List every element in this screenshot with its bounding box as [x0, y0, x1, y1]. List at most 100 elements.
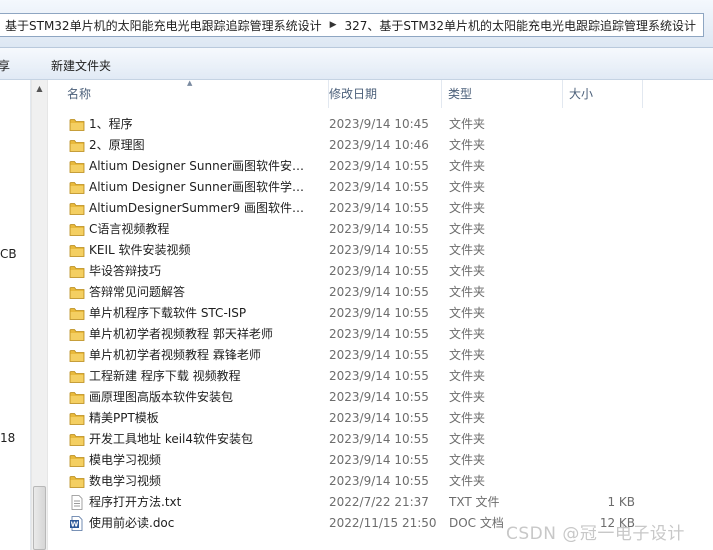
nav-item-partial-label[interactable]: CB — [0, 247, 17, 261]
file-type: DOC 文档 — [449, 516, 504, 530]
file-row[interactable]: 画原理图高版本软件安装包 2023/9/14 10:55 文件夹 — [48, 387, 713, 408]
file-name: 使用前必读.doc — [89, 516, 175, 530]
file-name: 程序打开方法.txt — [89, 495, 182, 509]
scrollbar-thumb[interactable] — [33, 486, 46, 550]
folder-icon — [69, 327, 85, 342]
file-type: 文件夹 — [449, 180, 486, 194]
file-type: 文件夹 — [449, 264, 486, 278]
file-modified-date: 2023/9/14 10:55 — [329, 474, 429, 488]
file-modified-date: 2023/9/14 10:55 — [329, 369, 429, 383]
file-size — [568, 345, 635, 366]
folder-icon — [69, 453, 85, 468]
word-doc-icon: W — [69, 516, 85, 531]
file-row[interactable]: 1、程序 2023/9/14 10:45 文件夹 — [48, 114, 713, 135]
file-row[interactable]: KEIL 软件安装视频 2023/9/14 10:55 文件夹 — [48, 240, 713, 261]
file-size — [568, 408, 635, 429]
file-size — [568, 219, 635, 240]
file-type: 文件夹 — [449, 411, 486, 425]
file-type: TXT 文件 — [449, 495, 500, 509]
file-name: Altium Designer Sunner画图软件学习... — [89, 180, 314, 194]
file-modified-date: 2023/9/14 10:55 — [329, 159, 429, 173]
file-row[interactable]: Altium Designer Sunner画图软件学习... 2023/9/14… — [48, 177, 713, 198]
file-type: 文件夹 — [449, 348, 486, 362]
breadcrumb-chevron-icon[interactable]: ▶ — [702, 20, 703, 30]
file-name: 答辩常见问题解答 — [89, 285, 186, 299]
file-row[interactable]: 单片机程序下载软件 STC-ISP 2023/9/14 10:55 文件夹 — [48, 303, 713, 324]
nav-item-partial-label[interactable]: 18 — [0, 431, 15, 445]
file-name: 单片机初学者视频教程 霖锋老师 — [89, 348, 261, 362]
file-modified-date: 2022/7/22 21:37 — [329, 495, 429, 509]
file-name: AltiumDesignerSummer9 画图软件安... — [89, 201, 314, 215]
file-type: 文件夹 — [449, 201, 486, 215]
column-header-name[interactable]: 名称 — [61, 80, 329, 108]
file-size — [568, 177, 635, 198]
file-modified-date: 2023/9/14 10:45 — [329, 117, 429, 131]
file-size — [568, 366, 635, 387]
file-size — [568, 282, 635, 303]
file-size — [568, 471, 635, 492]
file-type: 文件夹 — [449, 474, 486, 488]
file-row[interactable]: 单片机初学者视频教程 霖锋老师 2023/9/14 10:55 文件夹 — [48, 345, 713, 366]
file-size — [568, 156, 635, 177]
file-row[interactable]: 程序打开方法.txt 2022/7/22 21:37 TXT 文件 1 KB — [48, 492, 713, 513]
folder-icon — [69, 138, 85, 153]
file-row[interactable]: 开发工具地址 keil4软件安装包 2023/9/14 10:55 文件夹 — [48, 429, 713, 450]
file-name: 数电学习视频 — [89, 474, 162, 488]
column-header-type[interactable]: 类型 — [442, 80, 563, 108]
command-bar: 享 新建文件夹 — [0, 48, 713, 80]
file-row[interactable]: 答辩常见问题解答 2023/9/14 10:55 文件夹 — [48, 282, 713, 303]
file-row[interactable]: 数电学习视频 2023/9/14 10:55 文件夹 — [48, 471, 713, 492]
file-row[interactable]: 工程新建 程序下载 视频教程 2023/9/14 10:55 文件夹 — [48, 366, 713, 387]
file-name: 精美PPT模板 — [89, 411, 159, 425]
file-row[interactable]: Altium Designer Sunner画图软件安装... 2023/9/14… — [48, 156, 713, 177]
file-row[interactable]: 2、原理图 2023/9/14 10:46 文件夹 — [48, 135, 713, 156]
file-modified-date: 2023/9/14 10:55 — [329, 390, 429, 404]
file-modified-date: 2023/9/14 10:55 — [329, 243, 429, 257]
folder-icon — [69, 285, 85, 300]
file-row[interactable]: AltiumDesignerSummer9 画图软件安... 2023/9/14 … — [48, 198, 713, 219]
file-row[interactable]: C语言视频教程 2023/9/14 10:55 文件夹 — [48, 219, 713, 240]
file-modified-date: 2023/9/14 10:55 — [329, 348, 429, 362]
folder-icon — [69, 201, 85, 216]
file-size — [568, 135, 635, 156]
file-size — [568, 450, 635, 471]
file-name: 模电学习视频 — [89, 453, 162, 467]
breadcrumb[interactable]: 基于STM32单片机的太阳能充电光电跟踪追踪管理系统设计 ▶ 327、基于STM… — [0, 13, 704, 37]
column-header-date[interactable]: 修改日期 — [323, 80, 442, 108]
file-row[interactable]: 毕设答辩技巧 2023/9/14 10:55 文件夹 — [48, 261, 713, 282]
address-bar: 基于STM32单片机的太阳能充电光电跟踪追踪管理系统设计 ▶ 327、基于STM… — [0, 0, 713, 48]
column-header-row: ▲ 名称 修改日期 类型 大小 — [48, 79, 713, 108]
breadcrumb-item-current[interactable]: 327、基于STM32单片机的太阳能充电光电跟踪追踪管理系统设计 — [339, 17, 702, 34]
file-name: 单片机程序下载软件 STC-ISP — [89, 306, 247, 320]
file-row[interactable]: 单片机初学者视频教程 郭天祥老师 2023/9/14 10:55 文件夹 — [48, 324, 713, 345]
folder-icon — [69, 390, 85, 405]
file-modified-date: 2023/9/14 10:55 — [329, 453, 429, 467]
breadcrumb-item-parent[interactable]: 基于STM32单片机的太阳能充电光电跟踪追踪管理系统设计 — [0, 17, 328, 34]
file-name: 1、程序 — [89, 117, 133, 131]
folder-icon — [69, 117, 85, 132]
folder-icon — [69, 222, 85, 237]
file-modified-date: 2023/9/14 10:55 — [329, 264, 429, 278]
folder-icon — [69, 159, 85, 174]
file-size — [568, 387, 635, 408]
breadcrumb-chevron-icon[interactable]: ▶ — [328, 20, 339, 30]
navigation-scrollbar[interactable]: ▲ — [31, 80, 48, 550]
folder-icon — [69, 306, 85, 321]
file-type: 文件夹 — [449, 243, 486, 257]
file-row[interactable]: 精美PPT模板 2023/9/14 10:55 文件夹 — [48, 408, 713, 429]
file-name: KEIL 软件安装视频 — [89, 243, 191, 257]
file-type: 文件夹 — [449, 222, 486, 236]
scroll-up-arrow-icon[interactable]: ▲ — [32, 84, 47, 93]
file-size: 1 KB — [607, 495, 635, 509]
share-button[interactable]: 享 — [0, 57, 10, 74]
folder-icon — [69, 264, 85, 279]
file-row[interactable]: 模电学习视频 2023/9/14 10:55 文件夹 — [48, 450, 713, 471]
folder-icon — [69, 348, 85, 363]
file-type: 文件夹 — [449, 159, 486, 173]
new-folder-button[interactable]: 新建文件夹 — [51, 57, 111, 74]
file-type: 文件夹 — [449, 369, 486, 383]
file-size — [568, 198, 635, 219]
column-header-size[interactable]: 大小 — [563, 80, 643, 108]
file-type: 文件夹 — [449, 390, 486, 404]
file-name: 单片机初学者视频教程 郭天祥老师 — [89, 327, 273, 341]
